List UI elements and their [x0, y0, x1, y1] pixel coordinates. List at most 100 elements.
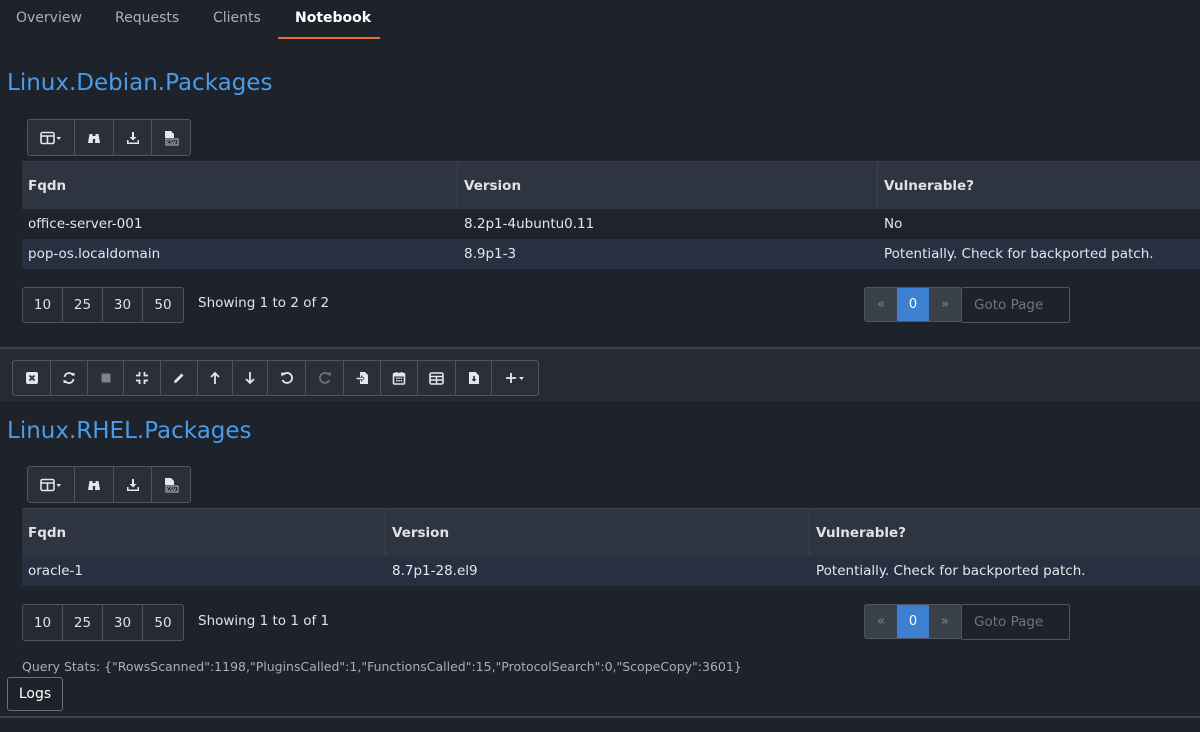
cell-version: 8.2p1-4ubuntu0.11	[464, 216, 595, 232]
cell-fqdn: pop-os.localdomain	[28, 246, 161, 262]
notebook-cell-toolbar	[12, 360, 539, 396]
page-size-10[interactable]: 10	[23, 288, 63, 322]
page-size-selector: 10 25 30 50	[22, 287, 184, 323]
tab-notebook[interactable]: Notebook	[295, 10, 371, 26]
next-page-button[interactable]: »	[929, 605, 961, 638]
table-toolbar-debian: CSV	[27, 119, 191, 156]
collapse-icon	[136, 372, 148, 384]
calendar-button[interactable]	[381, 361, 418, 395]
search-table-button[interactable]	[75, 120, 114, 155]
binoculars-icon	[88, 133, 100, 143]
table-header: Fqdn Version Vulnerable?	[22, 508, 1200, 557]
page-size-25[interactable]: 25	[63, 605, 103, 640]
page-size-30[interactable]: 30	[103, 288, 143, 322]
column-header-fqdn[interactable]: Fqdn	[28, 525, 66, 541]
column-header-vulnerable[interactable]: Vulnerable?	[884, 178, 974, 194]
export-button[interactable]	[344, 361, 381, 395]
add-cell-icon	[506, 373, 524, 383]
csv-icon: CSV	[165, 477, 179, 493]
next-page-button[interactable]: »	[929, 288, 961, 321]
move-up-icon	[210, 371, 220, 384]
calendar-icon	[392, 372, 406, 385]
table-button[interactable]	[418, 361, 456, 395]
goto-page-input[interactable]	[961, 287, 1070, 323]
close-cell-button[interactable]	[13, 361, 51, 395]
column-header-version[interactable]: Version	[464, 178, 521, 194]
page-size-25[interactable]: 25	[63, 288, 103, 322]
cell-fqdn: office-server-001	[28, 216, 143, 232]
download-file-button[interactable]	[456, 361, 492, 395]
table-row: pop-os.localdomain 8.9p1-3 Potentially. …	[22, 239, 1200, 269]
prev-page-button[interactable]: «	[865, 605, 897, 638]
column-header-vulnerable[interactable]: Vulnerable?	[816, 525, 906, 541]
cell-version: 8.9p1-3	[464, 246, 517, 262]
download-icon	[126, 478, 139, 491]
download-icon	[126, 131, 139, 144]
showing-count: Showing 1 to 2 of 2	[198, 295, 330, 311]
add-cell-button[interactable]	[492, 361, 538, 395]
column-select-button[interactable]	[28, 467, 75, 502]
tab-bar: Overview Requests Clients Notebook	[0, 0, 1200, 40]
edit-icon	[174, 373, 184, 383]
move-down-icon	[245, 372, 255, 385]
column-select-button[interactable]	[28, 120, 75, 155]
edit-button[interactable]	[161, 361, 198, 395]
undo-icon	[280, 372, 293, 384]
cell-vulnerable: Potentially. Check for backported patch.	[816, 563, 1086, 579]
column-divider[interactable]	[385, 509, 386, 557]
download-csv-button[interactable]: CSV	[152, 467, 190, 502]
query-stats: Query Stats: {"RowsScanned":1198,"Plugin…	[22, 659, 742, 674]
close-cell-icon	[25, 372, 38, 384]
cell-vulnerable: Potentially. Check for backported patch.	[884, 246, 1154, 262]
export-icon	[356, 372, 368, 384]
redo-button[interactable]	[306, 361, 344, 395]
binoculars-icon	[88, 480, 100, 490]
undo-button[interactable]	[268, 361, 306, 395]
table-row: office-server-001 8.2p1-4ubuntu0.11 No	[22, 209, 1200, 239]
column-header-fqdn[interactable]: Fqdn	[28, 178, 66, 194]
table-header: Fqdn Version Vulnerable?	[22, 161, 1200, 210]
logs-button[interactable]: Logs	[7, 677, 63, 711]
svg-text:CSV: CSV	[167, 140, 177, 146]
results-table-debian: Fqdn Version Vulnerable? office-server-0…	[22, 161, 1200, 269]
cell-divider	[0, 716, 1200, 718]
active-tab-indicator	[278, 37, 380, 39]
current-page-button[interactable]: 0	[897, 288, 929, 321]
move-up-button[interactable]	[198, 361, 233, 395]
download-csv-button[interactable]: CSV	[152, 120, 190, 155]
table-toolbar-rhel: CSV	[27, 466, 191, 503]
cell-vulnerable: No	[884, 216, 903, 232]
download-json-button[interactable]	[114, 120, 152, 155]
stop-button[interactable]	[88, 361, 124, 395]
results-table-rhel: Fqdn Version Vulnerable? oracle-1 8.7p1-…	[22, 508, 1200, 586]
refresh-button[interactable]	[51, 361, 88, 395]
goto-page-input[interactable]	[961, 604, 1070, 640]
table-row: oracle-1 8.7p1-28.el9 Potentially. Check…	[22, 556, 1200, 586]
redo-icon	[318, 372, 331, 384]
table-icon	[429, 371, 444, 385]
page-size-10[interactable]: 10	[23, 605, 63, 640]
column-select-icon	[40, 131, 61, 144]
download-json-button[interactable]	[114, 467, 152, 502]
column-divider[interactable]	[809, 509, 810, 557]
column-divider[interactable]	[457, 162, 458, 210]
refresh-icon	[63, 372, 75, 384]
page-size-50[interactable]: 50	[143, 605, 183, 640]
search-table-button[interactable]	[75, 467, 114, 502]
tab-clients[interactable]: Clients	[213, 10, 261, 26]
current-page-button[interactable]: 0	[897, 605, 929, 638]
prev-page-button[interactable]: «	[865, 288, 897, 321]
cell-version: 8.7p1-28.el9	[392, 563, 478, 579]
page-size-50[interactable]: 50	[143, 288, 183, 322]
page-size-selector: 10 25 30 50	[22, 604, 184, 641]
move-down-button[interactable]	[233, 361, 268, 395]
tab-requests[interactable]: Requests	[115, 10, 179, 26]
page-size-30[interactable]: 30	[103, 605, 143, 640]
column-header-version[interactable]: Version	[392, 525, 449, 541]
tab-overview[interactable]: Overview	[16, 10, 82, 26]
csv-icon: CSV	[165, 130, 179, 146]
column-divider[interactable]	[877, 162, 878, 210]
section-title-debian: Linux.Debian.Packages	[7, 70, 273, 96]
collapse-button[interactable]	[124, 361, 161, 395]
showing-count: Showing 1 to 1 of 1	[198, 613, 330, 629]
